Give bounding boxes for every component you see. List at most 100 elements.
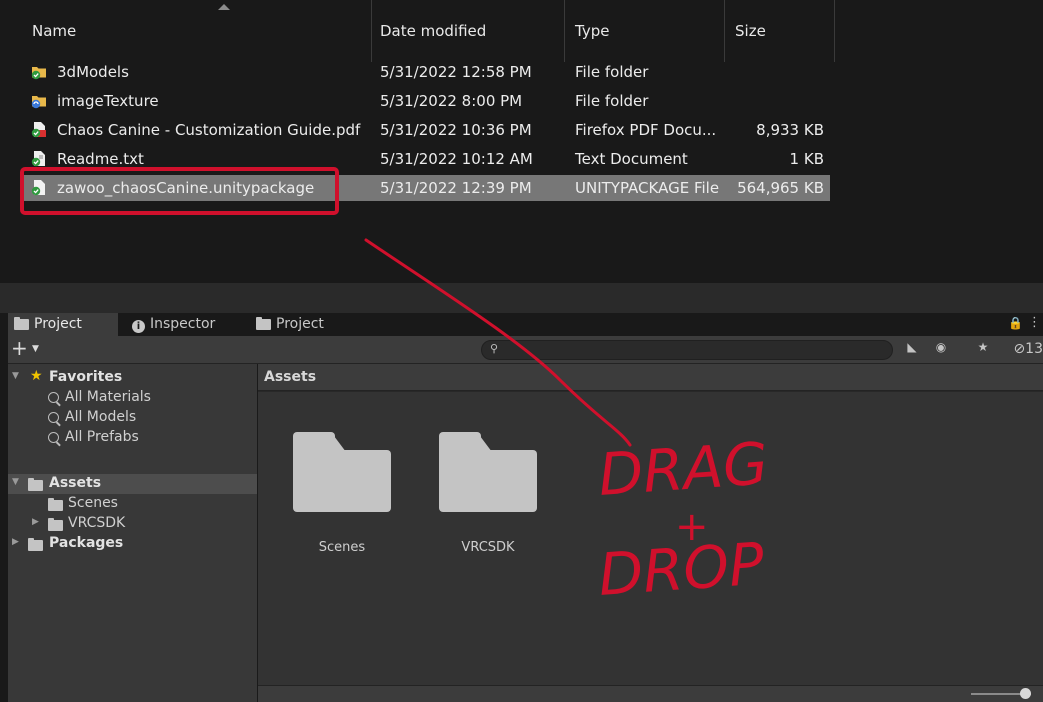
- star-icon: ★: [30, 368, 43, 384]
- collapsed-arrow-icon: ▶: [12, 537, 19, 547]
- tree-label: Assets: [49, 475, 102, 491]
- tree-item-assets[interactable]: ▼ Assets: [8, 474, 257, 494]
- tree-label: Favorites: [49, 369, 123, 385]
- file-row[interactable]: 3dModels 5/31/2022 12:58 PM File folder: [22, 59, 830, 85]
- folder-sync-pending-icon: [31, 96, 46, 109]
- column-header-date-label: Date modified: [380, 22, 487, 40]
- file-row-selected[interactable]: zawoo_chaosCanine.unitypackage 5/31/2022…: [22, 175, 830, 201]
- file-name: zawoo_chaosCanine.unitypackage: [57, 179, 315, 197]
- tree-item-packages[interactable]: ▶ Packages: [8, 534, 257, 554]
- tab-project-2-label: Project: [276, 316, 324, 332]
- search-box[interactable]: ⚲: [481, 340, 893, 360]
- icon-size-slider[interactable]: [971, 688, 1031, 699]
- file-type: Text Document: [575, 150, 688, 168]
- slider-handle[interactable]: [1020, 688, 1031, 699]
- file-row[interactable]: imageTexture 5/31/2022 8:00 PM File fold…: [22, 88, 830, 114]
- file-size: 1 KB: [789, 150, 824, 168]
- file-row[interactable]: Chaos Canine - Customization Guide.pdf 5…: [22, 117, 830, 143]
- tree-item-vrcsdk[interactable]: ▶ VRCSDK: [8, 514, 257, 534]
- eye-slash-icon: ⊘: [1013, 341, 1026, 357]
- file-date: 5/31/2022 8:00 PM: [380, 92, 523, 110]
- folder-icon: [14, 317, 29, 330]
- folder-icon: [48, 498, 63, 514]
- column-header-size[interactable]: Size: [725, 0, 835, 62]
- tab-project-label: Project: [34, 316, 82, 332]
- folder-label: Scenes: [318, 540, 366, 555]
- file-explorer-pane: Name Date modified Type Size 3dModels 5/…: [0, 0, 1043, 283]
- assets-breadcrumb: Assets: [258, 364, 1043, 391]
- folder-sync-icon: [31, 67, 46, 80]
- folder-icon: [48, 518, 63, 534]
- tab-bar: Project i Inspector Project 🔒 ⋮: [8, 313, 1043, 336]
- file-date: 5/31/2022 12:39 PM: [380, 179, 532, 197]
- tree-label: All Prefabs: [65, 429, 139, 445]
- folder-icon: [28, 538, 43, 554]
- tree-item-all-prefabs[interactable]: All Prefabs: [8, 428, 257, 448]
- info-icon: i: [132, 320, 145, 333]
- tree-item-all-models[interactable]: All Models: [8, 408, 257, 428]
- tree-item-scenes[interactable]: Scenes: [8, 494, 257, 514]
- file-name: imageTexture: [57, 92, 159, 110]
- expand-arrow-icon: ▼: [12, 477, 19, 487]
- folder-label: VRCSDK: [461, 540, 515, 555]
- folder-open-icon: [28, 478, 43, 494]
- unity-project-window: Project i Inspector Project 🔒 ⋮ + ▼ ⚲ ◣ ◉…: [8, 313, 1043, 702]
- file-date: 5/31/2022 10:12 AM: [380, 150, 533, 168]
- add-button[interactable]: +: [11, 338, 28, 358]
- column-header-type[interactable]: Type: [565, 0, 725, 62]
- filter-by-label-icon[interactable]: ◉: [930, 340, 952, 360]
- assets-title: Assets: [264, 369, 317, 385]
- file-type: File folder: [575, 63, 649, 81]
- file-name: 3dModels: [57, 63, 129, 81]
- column-header-type-label: Type: [575, 22, 610, 40]
- file-date: 5/31/2022 10:36 PM: [380, 121, 532, 139]
- tab-project-2[interactable]: Project: [252, 313, 352, 336]
- tree-item-all-materials[interactable]: All Materials: [8, 388, 257, 408]
- file-size: 8,933 KB: [756, 121, 824, 139]
- column-header-size-label: Size: [735, 22, 766, 40]
- status-bar: [258, 685, 1043, 702]
- folder-vrcsdk[interactable]: [439, 432, 537, 512]
- tree-label: VRCSDK: [68, 515, 126, 531]
- search-icon: [48, 431, 59, 447]
- lock-icon[interactable]: 🔒: [1008, 316, 1023, 330]
- sort-ascending-icon: [218, 4, 230, 10]
- asset-grid: Scenes VRCSDK: [258, 392, 1043, 685]
- pdf-file-icon: [31, 122, 46, 138]
- file-row[interactable]: Readme.txt 5/31/2022 10:12 AM Text Docum…: [22, 146, 830, 172]
- column-header-name-label: Name: [32, 22, 77, 40]
- folder-scenes[interactable]: [293, 432, 391, 512]
- file-type: Firefox PDF Docu...: [575, 121, 717, 139]
- tab-project[interactable]: Project: [8, 313, 118, 336]
- file-type: File folder: [575, 92, 649, 110]
- tree-label: Packages: [49, 535, 124, 551]
- file-date: 5/31/2022 12:58 PM: [380, 63, 532, 81]
- file-name: Chaos Canine - Customization Guide.pdf: [57, 121, 361, 139]
- hidden-count: 13: [1025, 341, 1043, 357]
- favorites-star-icon[interactable]: ★: [972, 340, 994, 360]
- collapsed-arrow-icon: ▶: [32, 517, 39, 527]
- chevron-down-icon[interactable]: ▼: [32, 344, 39, 354]
- search-icon: ⚲: [490, 342, 499, 355]
- filter-by-type-icon[interactable]: ◣: [901, 340, 923, 360]
- project-toolbar: + ▼ ⚲ ◣ ◉ ★ ⊘13: [8, 336, 1043, 364]
- folder-icon: [256, 317, 271, 330]
- file-size: 564,965 KB: [737, 179, 824, 197]
- tab-inspector[interactable]: i Inspector: [126, 313, 246, 336]
- tree-label: All Models: [65, 409, 137, 425]
- more-options-icon[interactable]: ⋮: [1028, 315, 1041, 330]
- tree-item-favorites[interactable]: ▼ ★ Favorites: [8, 368, 257, 388]
- tab-inspector-label: Inspector: [150, 316, 216, 332]
- expand-arrow-icon: ▼: [12, 371, 19, 381]
- tree-label: Scenes: [68, 495, 118, 511]
- text-file-icon: [31, 151, 45, 167]
- column-header-date[interactable]: Date modified: [372, 0, 565, 62]
- hidden-packages-toggle[interactable]: ⊘13: [1013, 341, 1043, 357]
- file-name: Readme.txt: [57, 150, 144, 168]
- search-input[interactable]: [506, 342, 876, 358]
- search-icon: [48, 391, 59, 407]
- tree-label: All Materials: [65, 389, 151, 405]
- pane-divider: [0, 283, 1043, 313]
- search-icon: [48, 411, 59, 427]
- column-header-name[interactable]: Name: [22, 0, 372, 62]
